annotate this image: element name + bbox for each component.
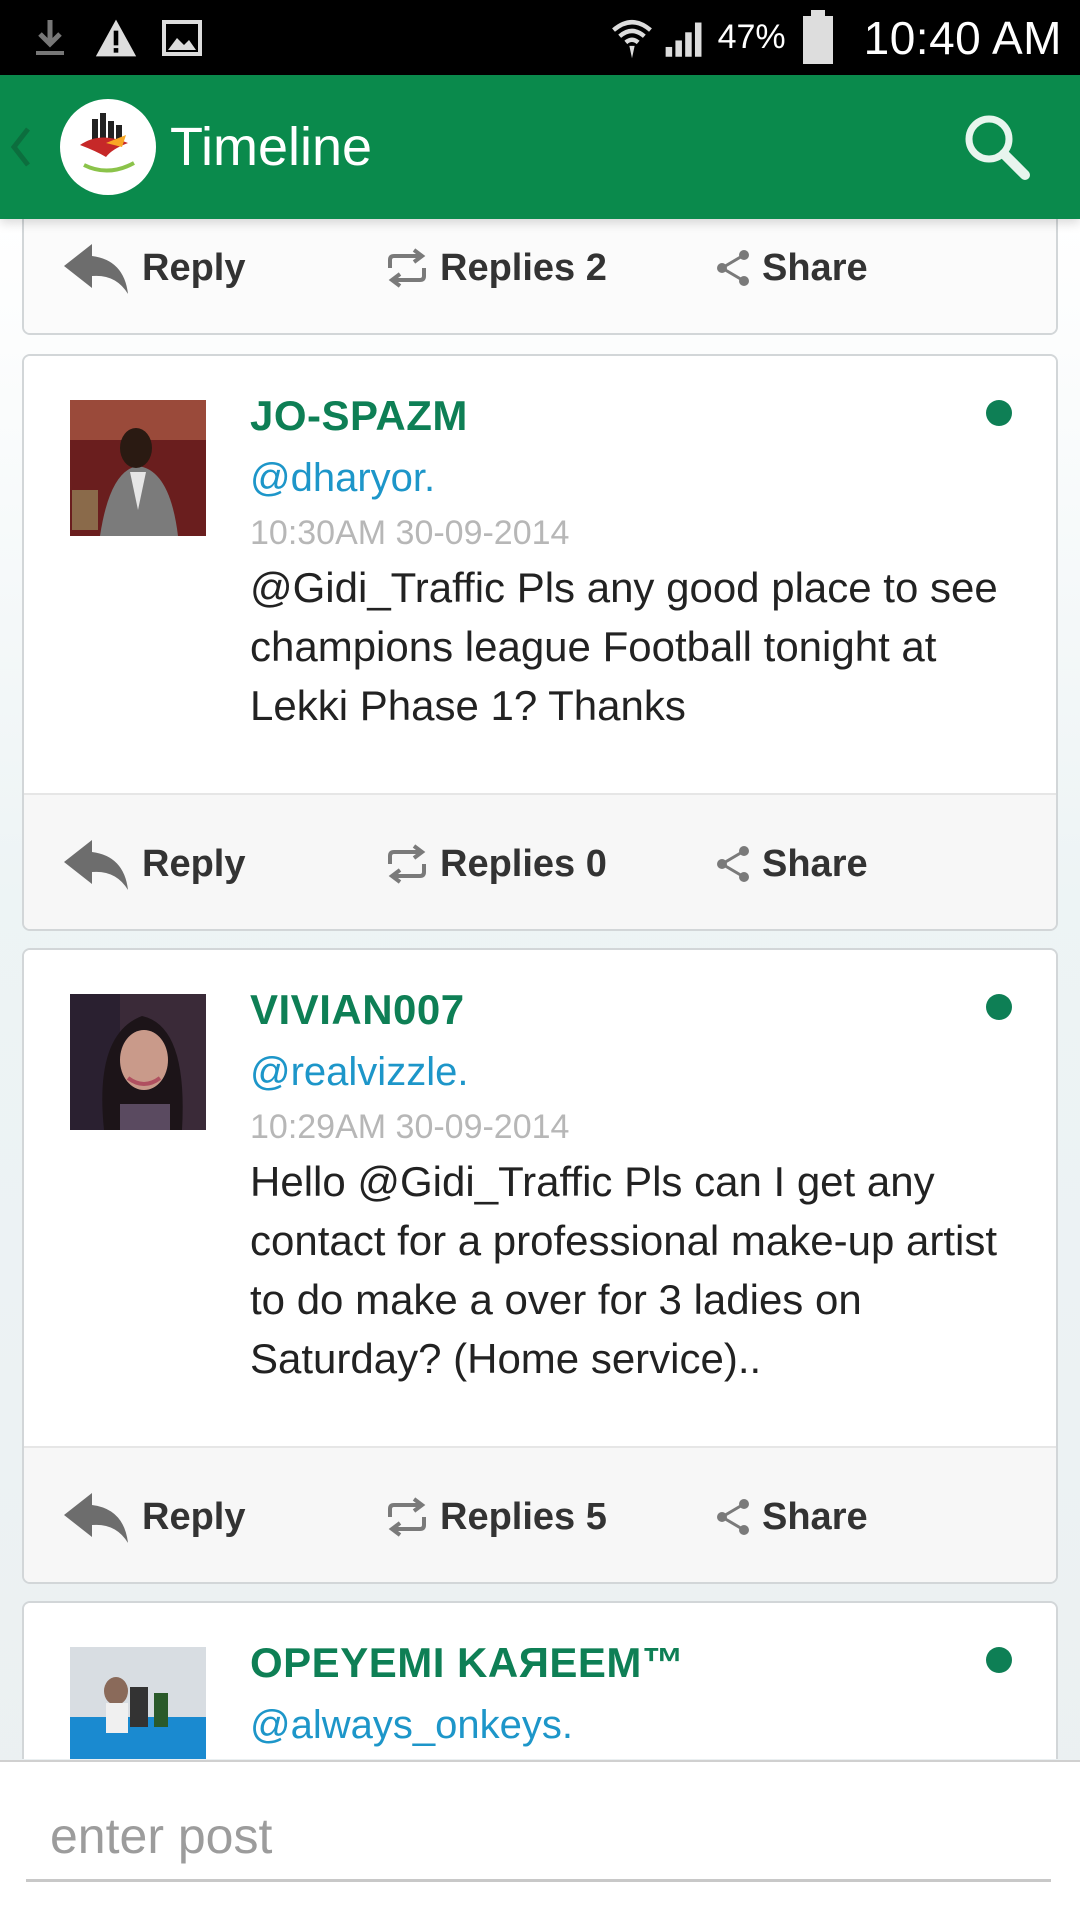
reply-label: Reply xyxy=(142,1495,246,1538)
repost-icon xyxy=(384,248,430,288)
reply-icon xyxy=(62,1489,132,1545)
chevron-left-icon[interactable] xyxy=(10,117,40,177)
share-icon xyxy=(714,248,752,288)
clock: 10:40 AM xyxy=(863,11,1062,64)
replies-label: Replies 2 xyxy=(440,246,607,289)
post-timestamp: 10:30AM 30-09-2014 xyxy=(250,514,570,552)
search-icon[interactable] xyxy=(959,109,1035,185)
compose-bar xyxy=(0,1760,1080,1920)
app-logo[interactable] xyxy=(60,99,156,195)
post-message: @Gidi_Traffic Pls any good place to see … xyxy=(250,564,998,729)
avatar[interactable] xyxy=(70,400,206,536)
reply-icon xyxy=(62,240,132,296)
post-username[interactable]: VIVIAN007 xyxy=(250,986,465,1034)
share-button[interactable]: Share xyxy=(714,1448,868,1582)
battery-percent: 47% xyxy=(717,18,786,56)
avatar[interactable] xyxy=(70,1647,206,1759)
status-bar: 47% 10:40 AM xyxy=(0,0,1080,75)
post-input[interactable] xyxy=(26,1792,1051,1882)
reply-icon xyxy=(62,836,132,892)
reply-button[interactable]: Reply xyxy=(62,1448,246,1582)
online-status-dot xyxy=(986,994,1012,1020)
replies-label: Replies 5 xyxy=(440,1495,607,1538)
post-actions: Reply Replies 5 Share xyxy=(24,1446,1056,1582)
share-button[interactable]: Share xyxy=(714,219,868,333)
replies-button[interactable]: Replies 0 xyxy=(384,795,607,929)
wifi-icon xyxy=(610,16,654,60)
replies-button[interactable]: Replies 5 xyxy=(384,1448,607,1582)
reply-label: Reply xyxy=(142,246,246,289)
post-username[interactable]: JO-SPAZM xyxy=(250,392,468,440)
avatar[interactable] xyxy=(70,994,206,1130)
online-status-dot xyxy=(986,1647,1012,1673)
timeline-feed[interactable]: Reply Replies 2 Share JO-SPAZM @dharyor.… xyxy=(0,219,1080,1759)
post-message: Hello @Gidi_Traffic Pls can I get any co… xyxy=(250,1158,998,1382)
post-card: VIVIAN007 @realvizzle. 10:29AM 30-09-201… xyxy=(22,948,1058,1584)
repost-icon xyxy=(384,844,430,884)
replies-label: Replies 0 xyxy=(440,842,607,885)
share-label: Share xyxy=(762,1495,868,1538)
image-icon xyxy=(160,16,204,60)
warning-icon xyxy=(94,16,138,60)
reply-label: Reply xyxy=(142,842,246,885)
post-username[interactable]: OPEYEMI KAЯEEM™ xyxy=(250,1639,684,1687)
replies-button[interactable]: Replies 2 xyxy=(384,219,607,333)
share-label: Share xyxy=(762,842,868,885)
post-card: JO-SPAZM @dharyor. 10:30AM 30-09-2014 @G… xyxy=(22,354,1058,931)
reply-button[interactable]: Reply xyxy=(62,219,246,333)
post-handle[interactable]: @realvizzle. xyxy=(250,1050,468,1095)
post-timestamp: 10:29AM 30-09-2014 xyxy=(250,1108,570,1146)
repost-icon xyxy=(384,1497,430,1537)
signal-icon xyxy=(664,16,708,60)
post-card: Reply Replies 2 Share xyxy=(22,219,1058,335)
post-card: OPEYEMI KAЯEEM™ @always_onkeys. xyxy=(22,1601,1058,1759)
online-status-dot xyxy=(986,400,1012,426)
reply-button[interactable]: Reply xyxy=(62,795,246,929)
share-icon xyxy=(714,844,752,884)
share-icon xyxy=(714,1497,752,1537)
post-handle[interactable]: @always_onkeys. xyxy=(250,1703,573,1748)
share-button[interactable]: Share xyxy=(714,795,868,929)
app-bar: Timeline xyxy=(0,75,1080,219)
download-icon xyxy=(28,16,72,60)
post-handle[interactable]: @dharyor. xyxy=(250,456,435,501)
post-actions: Reply Replies 2 Share xyxy=(24,219,1056,333)
share-label: Share xyxy=(762,246,868,289)
battery-icon xyxy=(796,9,840,64)
post-actions: Reply Replies 0 Share xyxy=(24,793,1056,929)
page-title: Timeline xyxy=(170,117,373,177)
